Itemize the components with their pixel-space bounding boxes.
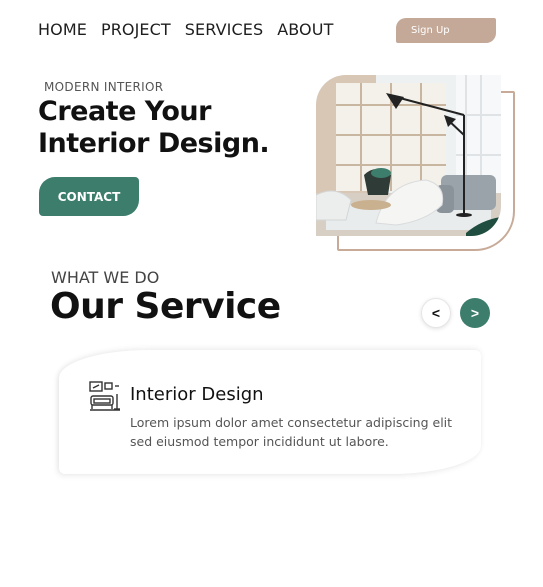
nav-project-link[interactable]: PROJECT — [101, 20, 171, 39]
hero-image — [316, 75, 501, 236]
hero-title-line-1: Create Your — [38, 96, 211, 127]
carousel-next-button[interactable]: > — [460, 298, 490, 328]
hero-title: Create Your Interior Design. — [38, 96, 318, 160]
service-card[interactable] — [59, 350, 481, 474]
nav-home-link[interactable]: HOME — [38, 20, 87, 39]
services-title: Our Service — [50, 286, 281, 327]
main-nav: HOME PROJECT SERVICES ABOUT — [38, 20, 333, 39]
carousel-prev-button[interactable]: < — [421, 298, 451, 328]
interior-photo-illustration — [316, 75, 501, 236]
services-eyebrow: WHAT WE DO — [51, 268, 160, 287]
signup-button[interactable]: Sign Up — [396, 18, 496, 43]
hero-title-line-2: Interior Design. — [38, 128, 270, 159]
service-card-title: Interior Design — [130, 384, 264, 405]
service-card-description: Lorem ipsum dolor amet consectetur adipi… — [130, 415, 453, 449]
nav-about-link[interactable]: ABOUT — [277, 20, 333, 39]
contact-button[interactable]: CONTACT — [39, 177, 139, 216]
nav-services-link[interactable]: SERVICES — [185, 20, 263, 39]
hero-eyebrow: MODERN INTERIOR — [44, 80, 164, 94]
living-room-icon — [89, 380, 121, 412]
